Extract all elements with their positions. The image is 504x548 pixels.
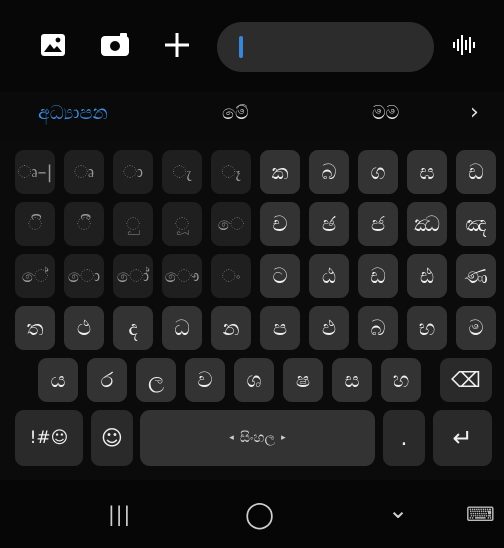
key[interactable]: ෘ [64, 150, 104, 194]
key[interactable]: න [211, 306, 251, 350]
key[interactable]: බ [358, 306, 398, 350]
camera-icon[interactable] [100, 30, 130, 60]
system-nav-bar: ||| ◯ ⌄ ⌨ [0, 480, 504, 548]
recents-icon[interactable]: ||| [108, 502, 131, 526]
key[interactable]: ඡ [309, 202, 349, 246]
key[interactable]: ැ [162, 150, 202, 194]
keyboard-switch-icon[interactable]: ⌨ [466, 502, 495, 526]
emoji-icon: ☺ [101, 426, 123, 450]
suggestion-3[interactable]: මම [372, 102, 399, 124]
key[interactable]: ං [211, 254, 251, 298]
sinhala-keyboard: ෘ–| ෘ ා ැ ෑ ක බ ග ඝ ඩ ි ී ු ූ ෙ ච ඡ ජ ඣ … [0, 140, 504, 480]
key[interactable]: ෑ [211, 150, 251, 194]
key[interactable]: ී [64, 202, 104, 246]
key[interactable]: ප [260, 306, 300, 350]
arrow-right-icon: ▸ [281, 433, 286, 443]
home-icon[interactable]: ◯ [245, 500, 274, 530]
key[interactable]: ෝ [113, 254, 153, 298]
key[interactable]: ට [260, 254, 300, 298]
key[interactable]: ො [64, 254, 104, 298]
space-key-label: සිංහල [239, 430, 276, 446]
chevron-right-icon[interactable]: › [470, 100, 479, 125]
key[interactable]: ම [456, 306, 496, 350]
key[interactable]: ඪ [407, 254, 447, 298]
space-key[interactable]: ◂ සිංහල ▸ [140, 410, 375, 466]
key[interactable]: ව [185, 358, 225, 402]
key[interactable]: ථ [64, 306, 104, 350]
voice-wave-icon[interactable] [450, 30, 480, 60]
key[interactable]: ර [87, 358, 127, 402]
suggestion-bar: අධ්‍යාපන මේ මම › [0, 92, 504, 140]
message-input[interactable] [217, 22, 434, 72]
key[interactable]: ූ [162, 202, 202, 246]
key[interactable]: ශ [234, 358, 274, 402]
backspace-key[interactable]: ⌫ [440, 358, 492, 402]
key[interactable]: ණ [456, 254, 496, 298]
plus-icon[interactable] [162, 30, 192, 60]
emoji-key[interactable]: ☺ [91, 410, 133, 466]
key[interactable]: හ [381, 358, 421, 402]
key[interactable]: බ [309, 150, 349, 194]
key[interactable]: ු [113, 202, 153, 246]
key[interactable]: ඣ [407, 202, 447, 246]
key[interactable]: ා [113, 150, 153, 194]
enter-icon: ↵ [452, 424, 473, 452]
enter-key[interactable]: ↵ [433, 410, 492, 466]
key[interactable]: ඨ [309, 254, 349, 298]
back-chevron-icon[interactable]: ⌄ [388, 496, 408, 524]
key[interactable]: ෙ [211, 202, 251, 246]
suggestion-1[interactable]: අධ්‍යාපන [38, 102, 108, 124]
key[interactable]: ඩ [358, 254, 398, 298]
key[interactable]: ෘ–| [15, 150, 55, 194]
key[interactable]: ය [38, 358, 78, 402]
image-icon[interactable] [38, 30, 68, 60]
keyboard-toolbar [0, 0, 504, 92]
key[interactable]: ෞ [162, 254, 202, 298]
key[interactable]: ඵ [309, 306, 349, 350]
key[interactable]: ග [358, 150, 398, 194]
key[interactable]: ද [113, 306, 153, 350]
key[interactable]: ල [136, 358, 176, 402]
key[interactable]: ක [260, 150, 300, 194]
key[interactable]: ජ [358, 202, 398, 246]
arrow-left-icon: ◂ [229, 433, 234, 443]
key[interactable]: ෂ [283, 358, 323, 402]
key[interactable]: ි [15, 202, 55, 246]
period-key[interactable]: . [383, 410, 425, 466]
suggestion-2[interactable]: මේ [222, 102, 249, 124]
text-cursor [239, 36, 243, 58]
key[interactable]: ස [332, 358, 372, 402]
backspace-icon: ⌫ [451, 368, 481, 392]
key[interactable]: ේ [15, 254, 55, 298]
key[interactable]: භ [407, 306, 447, 350]
key[interactable]: ච [260, 202, 300, 246]
key[interactable]: ඝ [407, 150, 447, 194]
key[interactable]: ඤ [456, 202, 496, 246]
key[interactable]: ත [15, 306, 55, 350]
key[interactable]: ඩ [456, 150, 496, 194]
symbols-key[interactable]: !#☺ [15, 410, 83, 466]
key[interactable]: ධ [162, 306, 202, 350]
